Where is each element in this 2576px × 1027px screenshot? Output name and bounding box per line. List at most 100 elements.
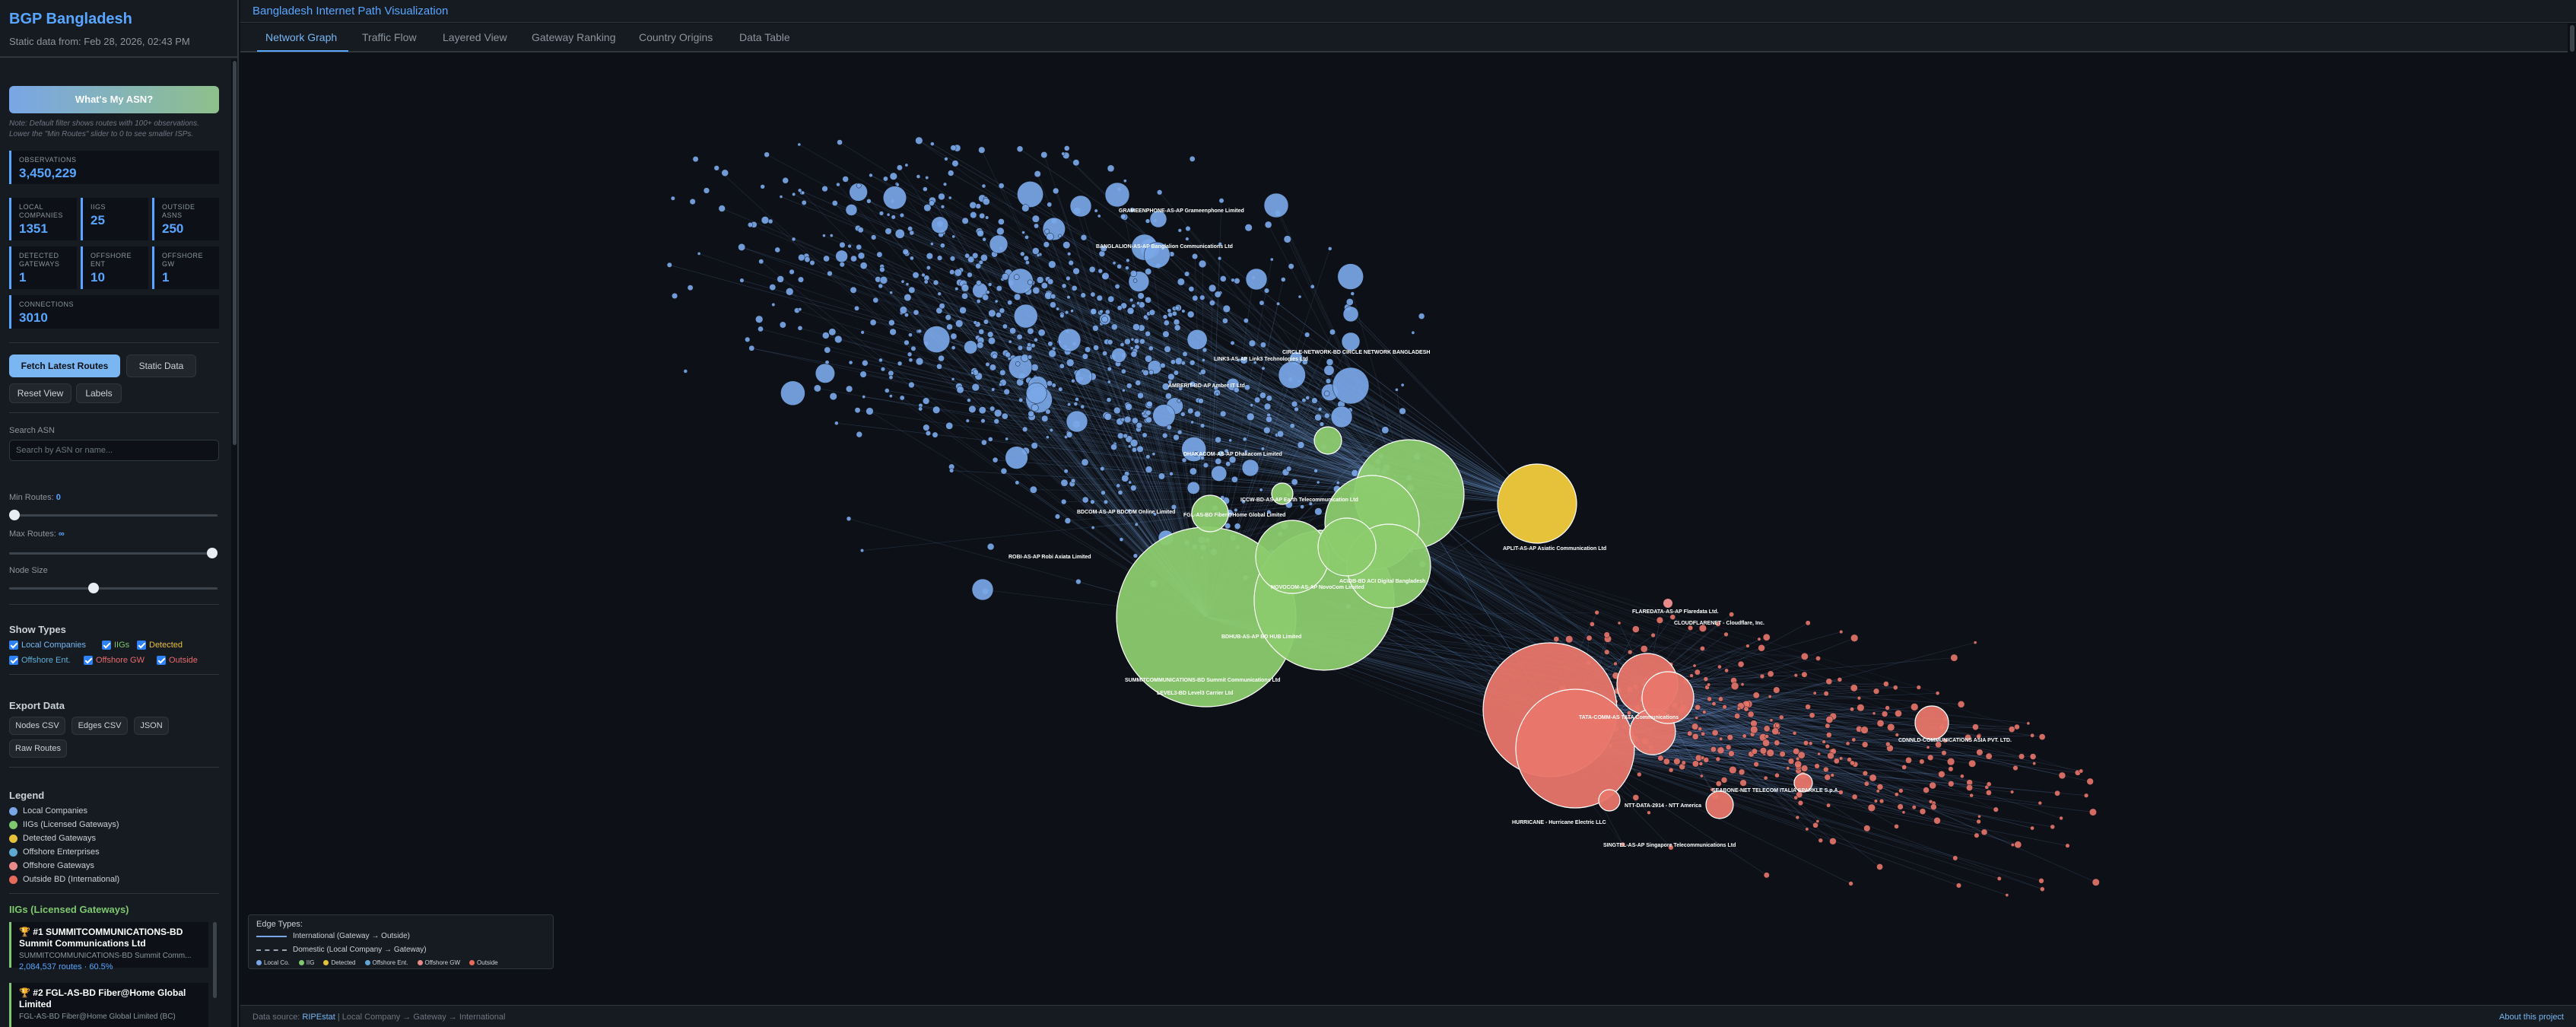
local-company-node[interactable] xyxy=(918,406,923,412)
local-company-node[interactable] xyxy=(1116,263,1122,269)
local-company-node[interactable] xyxy=(845,204,858,216)
local-company-node[interactable] xyxy=(1305,395,1310,400)
outside-node[interactable] xyxy=(1887,723,1895,732)
local-company-node[interactable] xyxy=(1070,478,1076,484)
local-company-node[interactable] xyxy=(769,284,777,291)
local-company-node[interactable] xyxy=(761,216,770,224)
outside-node[interactable] xyxy=(1818,838,1823,843)
local-company-node[interactable] xyxy=(1024,234,1029,240)
outside-node[interactable] xyxy=(1892,685,1898,691)
local-company-node[interactable] xyxy=(1288,263,1294,270)
local-company-node[interactable] xyxy=(1228,438,1233,443)
local-company-node[interactable] xyxy=(975,203,981,209)
outside-node[interactable] xyxy=(1972,723,1979,731)
local-company-node[interactable] xyxy=(872,297,879,304)
local-company-node[interactable] xyxy=(1242,437,1247,442)
local-company-node[interactable] xyxy=(913,309,920,316)
local-company-node[interactable] xyxy=(1247,412,1255,421)
outside-node[interactable] xyxy=(2083,793,2089,798)
local-company-node[interactable] xyxy=(936,363,942,370)
outside-node[interactable] xyxy=(1833,758,1840,765)
outside-node[interactable] xyxy=(1715,756,1721,762)
local-company-node[interactable] xyxy=(1162,314,1168,320)
local-company-node[interactable] xyxy=(996,227,1005,236)
local-company-node[interactable] xyxy=(916,174,921,179)
outside-node[interactable] xyxy=(1815,656,1821,661)
outside-node[interactable] xyxy=(1613,661,1618,666)
local-company-node[interactable] xyxy=(939,303,945,310)
local-company-node[interactable] xyxy=(1085,346,1091,353)
local-company-node[interactable] xyxy=(965,418,970,423)
local-company-node[interactable] xyxy=(1005,446,1028,469)
outside-node[interactable] xyxy=(1977,814,1981,819)
checkbox-checked-icon[interactable] xyxy=(137,641,146,650)
local-company-node[interactable] xyxy=(904,163,909,167)
local-company-node[interactable] xyxy=(859,548,865,553)
local-company-node[interactable] xyxy=(942,182,948,186)
local-company-node[interactable] xyxy=(1129,439,1139,447)
local-company-node[interactable] xyxy=(954,287,959,291)
local-company-node[interactable] xyxy=(988,437,993,442)
local-company-node[interactable] xyxy=(1041,415,1049,422)
local-company-node[interactable] xyxy=(1040,282,1048,289)
network-graph-canvas[interactable]: SUMMITCOMMUNICATIONS-BD Summit Communica… xyxy=(240,52,2568,1005)
local-company-node[interactable] xyxy=(1141,412,1145,415)
local-company-node[interactable] xyxy=(1146,400,1153,408)
outside-node[interactable] xyxy=(1800,652,1809,660)
local-company-node[interactable] xyxy=(878,211,885,216)
outside-node[interactable] xyxy=(1767,670,1774,678)
local-company-node[interactable] xyxy=(1050,301,1056,309)
local-company-node[interactable] xyxy=(1337,263,1364,290)
local-company-node[interactable] xyxy=(1336,481,1340,485)
local-company-node[interactable] xyxy=(908,381,915,389)
outside-node[interactable] xyxy=(1876,789,1880,793)
local-company-node[interactable] xyxy=(1136,421,1143,429)
local-company-node[interactable] xyxy=(860,330,865,335)
outside-node[interactable] xyxy=(1594,610,1599,615)
outside-node[interactable] xyxy=(1742,733,1747,739)
local-company-node[interactable] xyxy=(745,336,751,342)
local-company-node[interactable] xyxy=(798,253,805,262)
local-company-node[interactable] xyxy=(907,351,913,358)
local-company-node[interactable] xyxy=(929,200,935,206)
local-company-node[interactable] xyxy=(912,272,920,279)
outside-node[interactable] xyxy=(1876,719,1885,727)
outside-node[interactable] xyxy=(1837,677,1843,682)
local-company-node[interactable] xyxy=(1131,304,1136,308)
local-company-node[interactable] xyxy=(1259,392,1266,399)
local-company-node[interactable] xyxy=(1070,309,1074,313)
outside-node[interactable] xyxy=(1996,876,2002,881)
local-company-node[interactable] xyxy=(1112,261,1116,265)
local-company-node[interactable] xyxy=(797,142,802,147)
local-company-node[interactable] xyxy=(1289,423,1295,429)
local-company-node[interactable] xyxy=(687,285,694,291)
local-company-node[interactable] xyxy=(923,186,928,192)
checkbox-checked-icon[interactable] xyxy=(84,656,93,665)
local-company-node[interactable] xyxy=(1173,319,1180,326)
outside-node[interactable] xyxy=(1872,711,1876,716)
local-company-node[interactable] xyxy=(1167,312,1174,318)
outside-node[interactable] xyxy=(1778,714,1784,720)
outside-node[interactable] xyxy=(1775,723,1780,728)
outside-node[interactable] xyxy=(1850,707,1854,712)
outside-node[interactable] xyxy=(1763,725,1771,733)
local-company-node[interactable] xyxy=(828,328,837,336)
local-company-node[interactable] xyxy=(1071,378,1075,383)
outside-node[interactable] xyxy=(1751,748,1758,755)
outside-node[interactable] xyxy=(1698,762,1704,766)
local-company-node[interactable] xyxy=(879,276,888,285)
local-company-node[interactable] xyxy=(915,136,923,145)
outside-node[interactable] xyxy=(1814,763,1820,769)
local-company-node[interactable] xyxy=(809,259,815,265)
outside-node[interactable] xyxy=(1930,803,1937,811)
export-json-button[interactable]: JSON xyxy=(134,717,169,735)
outside-node[interactable] xyxy=(1762,633,1771,641)
outside-node[interactable] xyxy=(2029,753,2037,760)
local-company-node[interactable] xyxy=(1199,423,1205,428)
local-company-node[interactable] xyxy=(1173,370,1179,376)
local-company-node[interactable] xyxy=(1228,456,1237,464)
local-company-node[interactable] xyxy=(1186,329,1208,350)
local-company-node[interactable] xyxy=(1090,308,1097,315)
show-local-companies-checkbox[interactable]: Local Companies xyxy=(9,641,86,650)
whats-my-asn-button[interactable]: What's My ASN? xyxy=(9,86,219,113)
